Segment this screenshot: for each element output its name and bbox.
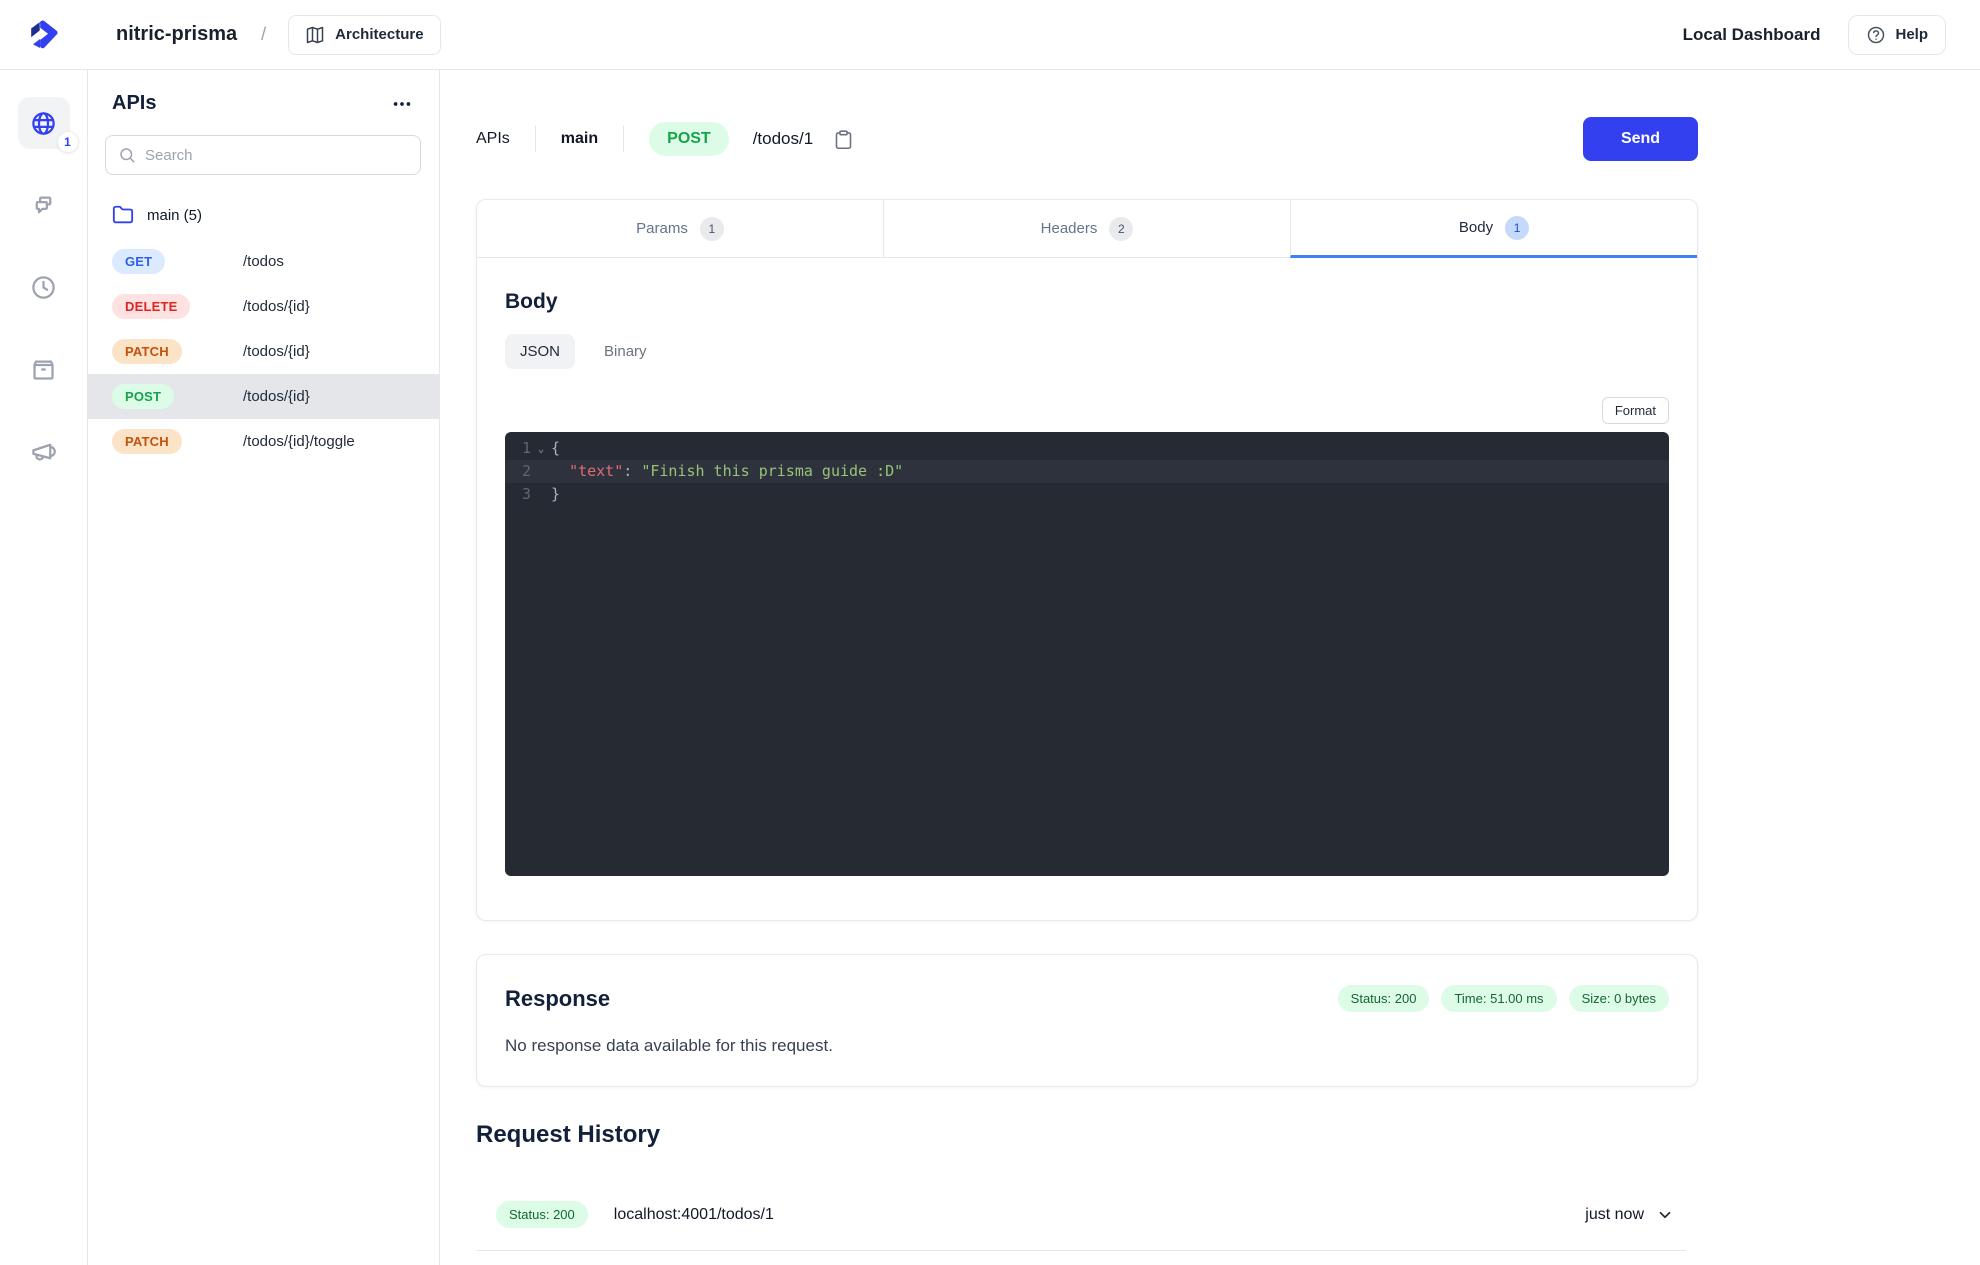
method-pill: GET: [112, 249, 166, 274]
request-tab[interactable]: Body 1: [1290, 200, 1697, 258]
breadcrumb-divider: [534, 126, 536, 152]
endpoint-row[interactable]: GET /todos: [88, 239, 439, 284]
method-pill: DELETE: [112, 294, 191, 319]
tab-count-badge: 1: [1505, 215, 1530, 240]
chat-bubbles-icon: [35, 196, 52, 213]
map-icon: [306, 26, 324, 43]
api-group-label: main (5): [147, 206, 203, 224]
endpoint-path: /todos/{id}/toggle: [243, 433, 355, 450]
send-button[interactable]: Send: [1583, 117, 1698, 161]
breadcrumb-api-select[interactable]: main: [561, 130, 598, 148]
rail-item-apis[interactable]: 1: [17, 97, 79, 153]
endpoint-row[interactable]: DELETE /todos/{id}: [88, 284, 439, 329]
endpoint-path: /todos/{id}: [243, 343, 310, 360]
response-status-badge: Size: 0 bytes: [1568, 985, 1669, 1012]
sidebar-title: APIs: [112, 92, 157, 114]
history-status-badge: Status: 200: [496, 1201, 588, 1228]
icon-rail: 1: [0, 70, 88, 1265]
breadcrumb-separator: /: [261, 24, 267, 44]
main-panel: APIs main POST /todos/1 Send Params 1 He…: [440, 70, 1980, 1265]
dashboard-title: Local Dashboard: [1682, 24, 1821, 44]
apis-sidebar: APIs main (5) GET /todos DELETE /todos/{…: [88, 70, 440, 1265]
breadcrumb-apis: APIs: [476, 130, 510, 147]
response-title: Response: [505, 985, 611, 1011]
question-circle-icon: [1868, 26, 1885, 43]
chevron-down-icon[interactable]: [1656, 1206, 1674, 1224]
request-tab[interactable]: Params 1: [477, 200, 883, 258]
method-pill: PATCH: [112, 429, 182, 454]
nitric-logo-icon: [31, 20, 58, 48]
project-name: nitric-prisma: [116, 23, 238, 45]
request-tabs: Params 1 Headers 2 Body 1: [477, 200, 1697, 258]
request-history-title: Request History: [476, 1121, 661, 1148]
copy-path-button[interactable]: [833, 129, 854, 150]
response-badges: Status: 200 Time: 51.00 ms Size: 0 bytes: [1337, 985, 1669, 1012]
help-button[interactable]: Help: [1848, 14, 1946, 55]
rail-item-topics[interactable]: [18, 425, 70, 477]
endpoint-list: GET /todos DELETE /todos/{id} PATCH /tod…: [88, 239, 439, 464]
code-line: 2 "text": "Finish this prisma guide :D": [505, 460, 1669, 483]
response-empty-message: No response data available for this requ…: [505, 1036, 833, 1055]
tab-count-badge: 2: [1109, 216, 1134, 241]
code-line: 1 ⌄{: [521, 439, 561, 457]
clock-icon: [32, 275, 55, 299]
response-status-badge: Time: 51.00 ms: [1441, 985, 1557, 1012]
response-status-badge: Status: 200: [1337, 985, 1430, 1012]
folder-icon: [112, 205, 134, 224]
search-box[interactable]: [105, 135, 421, 175]
sidebar-menu-button[interactable]: [391, 93, 413, 115]
breadcrumb: APIs main POST /todos/1: [476, 122, 854, 156]
body-section-title: Body: [505, 290, 558, 313]
nitric-logo[interactable]: [0, 17, 88, 53]
history-row[interactable]: Status: 200 localhost:4001/todos/1 just …: [476, 1193, 1686, 1251]
method-badge: POST: [649, 122, 729, 156]
rail-item-schedules[interactable]: [18, 261, 70, 313]
megaphone-icon: [32, 443, 56, 460]
api-group-main[interactable]: main (5): [88, 195, 439, 235]
ellipsis-icon: [393, 101, 411, 106]
endpoint-row[interactable]: POST /todos/{id}: [88, 374, 439, 419]
request-card: Params 1 Headers 2 Body 1 Body JSON Bina…: [476, 199, 1698, 921]
tab-label: Params: [636, 220, 688, 237]
history-list: Status: 200 localhost:4001/todos/1 just …: [476, 1193, 1698, 1251]
endpoint-row[interactable]: PATCH /todos/{id}: [88, 329, 439, 374]
search-input[interactable]: [145, 146, 408, 164]
response-card: Response Status: 200 Time: 51.00 ms Size…: [476, 954, 1698, 1087]
rail-item-websockets[interactable]: [18, 179, 70, 231]
endpoint-path: /todos/{id}: [243, 298, 310, 315]
tab-label: Body: [1458, 219, 1494, 236]
globe-icon: [32, 111, 55, 135]
request-tab[interactable]: Headers 2: [883, 200, 1290, 258]
tab-label: Headers: [1040, 220, 1098, 237]
format-button[interactable]: Format: [1601, 397, 1669, 424]
top-bar: nitric-prisma / Architecture Local Dashb…: [0, 0, 1980, 70]
endpoint-row[interactable]: PATCH /todos/{id}/toggle: [88, 419, 439, 464]
request-history: Request History Status: 200 localhost:40…: [476, 1121, 1698, 1251]
help-label: Help: [1895, 26, 1928, 43]
rail-item-storage[interactable]: [18, 343, 70, 395]
archive-box-icon: [33, 360, 54, 380]
code-line: 3}: [521, 485, 561, 503]
endpoint-path: /todos/{id}: [243, 388, 310, 405]
architecture-label: Architecture: [335, 26, 424, 43]
method-pill: POST: [112, 384, 175, 409]
mode-json-toggle[interactable]: JSON: [505, 334, 576, 369]
endpoint-path: /todos: [243, 253, 284, 270]
json-body-editor[interactable]: 1 ⌄{ 2 "text": "Finish this prisma guide :…: [505, 432, 1669, 876]
history-url: localhost:4001/todos/1: [613, 1205, 774, 1223]
search-icon: [120, 148, 135, 163]
architecture-button[interactable]: Architecture: [288, 14, 441, 55]
tab-count-badge: 1: [699, 216, 724, 241]
request-path: /todos/1: [752, 129, 814, 148]
history-timestamp: just now: [1585, 1205, 1644, 1223]
clipboard-icon: [835, 129, 852, 149]
method-pill: PATCH: [112, 339, 182, 364]
apis-count-badge: 1: [56, 131, 79, 153]
breadcrumb-divider: [623, 126, 625, 152]
mode-binary-toggle[interactable]: Binary: [589, 334, 662, 369]
